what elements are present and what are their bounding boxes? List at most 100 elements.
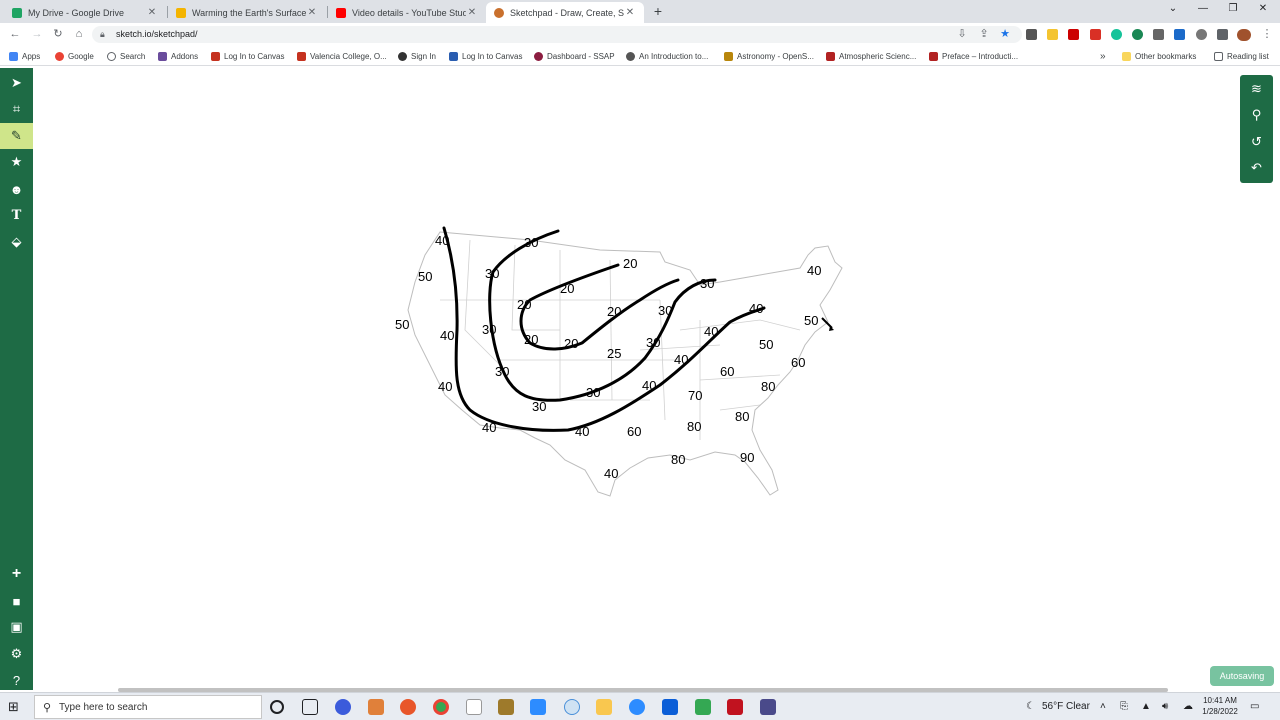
pen-tool-icon[interactable]: ✎ [0, 123, 33, 149]
close-tab-icon[interactable]: ✕ [624, 7, 636, 18]
zoom-search-icon[interactable]: ⚲ [1240, 102, 1273, 128]
help-icon[interactable]: ? [0, 667, 33, 693]
canvas-icon [449, 51, 458, 61]
history-icon[interactable]: ↺ [1240, 129, 1273, 155]
drawing-canvas[interactable]: 40 50 50 40 40 40 30 30 30 30 30 20 20 2… [33, 67, 1280, 690]
notepad-icon[interactable] [466, 699, 482, 715]
firefox-icon[interactable] [400, 699, 416, 715]
install-icon[interactable]: ⇩ [955, 27, 969, 41]
chrome-icon[interactable] [433, 699, 449, 715]
bookmarks-overflow-button[interactable]: » [1100, 50, 1106, 62]
bookmark-search[interactable]: Search [107, 50, 145, 62]
recycle-extension-icon[interactable] [1153, 29, 1164, 40]
close-tab-icon[interactable]: ✕ [466, 7, 478, 18]
onedrive-cloud-icon[interactable]: ☁ [1183, 701, 1193, 712]
tab-google-drive[interactable]: My Drive - Google Drive ✕ [4, 2, 166, 23]
close-tab-icon[interactable]: ✕ [306, 7, 318, 18]
bookmark-other-bookmarks[interactable]: Other bookmarks [1122, 50, 1196, 62]
zoom-icon[interactable] [629, 699, 645, 715]
system-clock[interactable]: 10:41 AM 1/28/2022 [1198, 695, 1242, 717]
translate-extension-icon[interactable] [1174, 29, 1185, 40]
clock-time: 10:41 AM [1203, 696, 1237, 705]
maximize-button[interactable]: ❐ [1223, 3, 1243, 19]
acrobat-icon[interactable] [727, 699, 743, 715]
app-r-icon[interactable] [335, 699, 351, 715]
grammarly-icon[interactable] [1111, 29, 1122, 40]
bookmark-addons[interactable]: Addons [158, 50, 198, 62]
fill-bucket-icon[interactable]: ⬙ [0, 229, 33, 255]
emoji-tool-icon[interactable]: ☻ [0, 176, 33, 202]
google-drive-icon[interactable] [695, 699, 711, 715]
settings-gear-icon[interactable]: ⚙ [0, 641, 33, 667]
notifications-icon[interactable]: ▭ [1250, 701, 1259, 712]
home-icon[interactable]: ⌂ [72, 27, 86, 41]
bookmark-valencia[interactable]: Valencia College, O... [297, 50, 387, 62]
address-bar[interactable]: 🔒︎ sketch.io/sketchpad/ [92, 26, 1022, 43]
volume-icon[interactable]: 🔊︎ [1162, 701, 1168, 712]
close-window-button[interactable]: ✕ [1253, 3, 1273, 19]
map-value-label: 40 [575, 424, 589, 439]
stamp-star-icon[interactable]: ★ [0, 149, 33, 175]
undo-icon[interactable]: ↶ [1240, 155, 1273, 181]
menu-dots-icon[interactable]: ⋮ [1260, 27, 1274, 41]
bookmark-atmospheric[interactable]: Atmospheric Scienc... [826, 50, 916, 62]
tab-sketchpad[interactable]: Sketchpad - Draw, Create, Share! ✕ [486, 2, 644, 23]
app-circle-icon[interactable] [564, 699, 580, 715]
bookmark-dashboard-ssap[interactable]: Dashboard - SSAP [534, 50, 615, 62]
green-extension-icon[interactable] [1132, 29, 1143, 40]
text-tool-icon[interactable]: T [0, 202, 33, 228]
bookmark-sign-in[interactable]: Sign In [398, 50, 436, 62]
network-icon[interactable]: ▲ [1141, 701, 1151, 712]
us-map-outline [407, 231, 843, 497]
bookmark-introduction[interactable]: An Introduction to... [626, 50, 708, 62]
bookmark-star-icon[interactable]: ★ [998, 27, 1012, 41]
new-canvas-icon[interactable]: + [0, 561, 33, 587]
app-brown-icon[interactable] [498, 699, 514, 715]
bookmark-preface[interactable]: Preface – Introducti... [929, 50, 1018, 62]
bookmark-astronomy[interactable]: Astronomy - OpenS... [724, 50, 814, 62]
bookmark-canvas-login-2[interactable]: Log In to Canvas [449, 50, 522, 62]
tab-youtube-studio[interactable]: Video details - YouTube Studio ✕ [328, 2, 486, 23]
select-tool-icon[interactable]: ➤ [0, 70, 33, 96]
windows-start-icon[interactable]: ⊞ [8, 699, 24, 715]
forward-icon[interactable]: → [30, 27, 44, 41]
open-folder-icon[interactable]: ■ [0, 588, 33, 614]
eyedropper-extension-icon[interactable] [1026, 29, 1037, 40]
bookmark-label: Reading list [1227, 51, 1269, 61]
share-icon[interactable]: ⇪ [977, 27, 991, 41]
weather-text[interactable]: 56°F Clear [1042, 701, 1090, 712]
puzzle-extensions-icon[interactable] [1217, 29, 1228, 40]
map-value-label: 40 [642, 378, 656, 393]
layers-icon[interactable]: ≋ [1240, 76, 1273, 102]
new-tab-button[interactable]: + [650, 3, 666, 19]
profile-avatar[interactable] [1237, 29, 1251, 41]
save-icon[interactable]: ▣ [0, 614, 33, 640]
notes-extension-icon[interactable] [1047, 29, 1058, 40]
file-explorer-icon[interactable] [596, 699, 612, 715]
tab-search-icon[interactable]: ⌄ [1163, 3, 1183, 19]
taskbar-search-box[interactable]: ⚲ Type here to search [34, 695, 262, 719]
close-tab-icon[interactable]: ✕ [146, 7, 158, 18]
shield-extension-icon[interactable] [1196, 29, 1207, 40]
bookmark-canvas-login[interactable]: Log In to Canvas [211, 50, 284, 62]
crop-tool-icon[interactable]: ⌗ [0, 96, 33, 122]
task-view-icon[interactable] [302, 699, 318, 715]
pdf-extension-icon[interactable] [1090, 29, 1101, 40]
back-icon[interactable]: ← [8, 27, 22, 41]
meet-now-icon[interactable]: ⎘ [1120, 701, 1128, 712]
cortana-icon[interactable] [270, 700, 284, 714]
tray-chevron-icon[interactable]: ˄ [1100, 701, 1106, 712]
mail-icon[interactable] [662, 699, 678, 715]
reading-list-button[interactable]: Reading list [1214, 50, 1269, 62]
bookmark-label: Search [120, 51, 146, 61]
minimize-button[interactable]: — [1193, 3, 1213, 19]
app-orange-icon[interactable] [368, 699, 384, 715]
map-value-label: 80 [671, 452, 685, 467]
tab-warming-earth[interactable]: Warming the Earth's Surface and ✕ [168, 2, 326, 23]
bookmark-google[interactable]: Google [55, 50, 94, 62]
app-window-icon[interactable] [760, 699, 776, 715]
red-extension-icon[interactable] [1068, 29, 1079, 40]
bookmark-apps[interactable]: Apps [9, 50, 40, 62]
reload-icon[interactable]: ↻ [51, 27, 65, 41]
app-blue-icon[interactable] [530, 699, 546, 715]
